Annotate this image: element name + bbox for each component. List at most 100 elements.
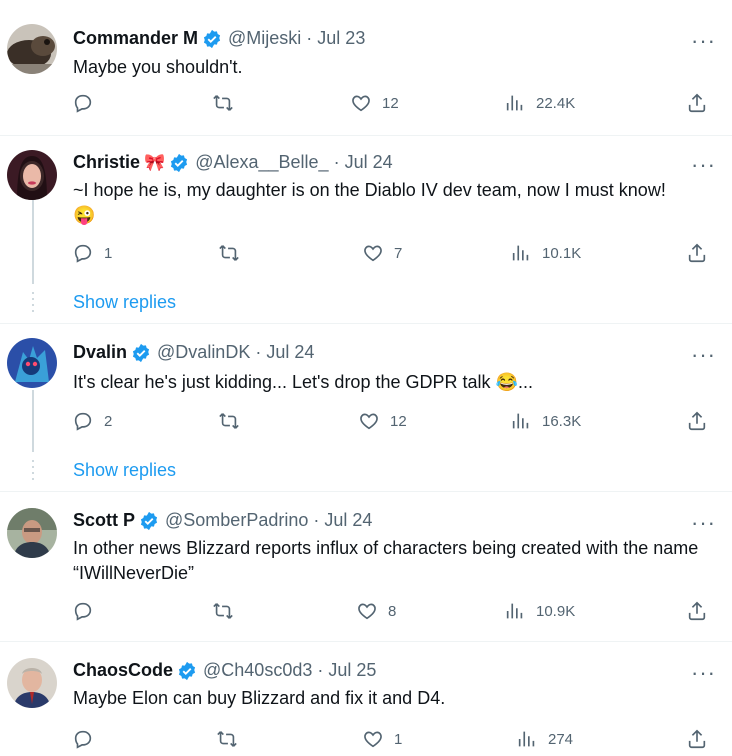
show-replies-link[interactable]: Show replies [73, 460, 176, 481]
author-handle[interactable]: @Mijeski [228, 28, 301, 49]
reply-icon [74, 730, 92, 749]
winking-tongue-emoji: 😜 [73, 205, 96, 225]
tweet-text-content: Maybe Elon can buy Blizzard and fix it a… [73, 688, 446, 708]
like-icon [352, 95, 370, 112]
author-name[interactable]: Scott P [73, 510, 135, 531]
more-icon[interactable]: ··· [691, 512, 716, 534]
share-icon [688, 411, 706, 431]
more-icon[interactable]: ··· [691, 30, 716, 52]
views-button[interactable]: 16.3K [510, 410, 581, 432]
avatar[interactable] [7, 150, 57, 200]
reply-button[interactable]: 1 [72, 242, 112, 264]
like-icon [364, 245, 382, 262]
reply-button[interactable] [72, 728, 104, 750]
tweet-scott-p[interactable]: Scott P @SomberPadrino · Jul 24 ··· In o… [0, 492, 732, 642]
like-button[interactable]: 12 [350, 92, 399, 114]
views-button[interactable]: 10.9K [504, 600, 575, 622]
tweet-dvalin[interactable]: Dvalin @DvalinDK · Jul 24 ··· It's clear… [0, 324, 732, 492]
like-button[interactable]: 12 [358, 410, 407, 432]
separator-dot: · [306, 28, 313, 48]
avatar[interactable] [7, 24, 57, 74]
retweet-button[interactable] [212, 92, 244, 114]
like-count: 1 [394, 730, 403, 748]
views-button[interactable]: 22.4K [504, 92, 575, 114]
tweet-header: ChaosCode @Ch40sc0d3 · Jul 25 [73, 660, 376, 681]
views-icon [506, 95, 523, 111]
reply-button[interactable]: 2 [72, 410, 112, 432]
action-bar: 1 7 10.1K [72, 242, 722, 266]
laughing-emoji: 😂 [495, 372, 518, 392]
tweet-date[interactable]: Jul 24 [345, 152, 393, 173]
share-button[interactable] [686, 410, 708, 432]
like-count: 12 [390, 412, 407, 430]
action-bar: 12 22.4K [72, 92, 722, 116]
reply-icon [74, 94, 92, 113]
reply-button[interactable] [72, 92, 104, 114]
action-bar: 2 12 16.3K [72, 410, 722, 434]
retweet-button[interactable] [218, 242, 250, 264]
thread-dots [32, 292, 34, 316]
like-icon [360, 413, 378, 430]
verified-badge-icon [178, 661, 196, 680]
like-count: 7 [394, 244, 403, 262]
verified-badge-icon [171, 153, 188, 172]
views-icon [512, 245, 529, 261]
views-icon [506, 603, 523, 619]
separator-dot: · [317, 660, 324, 680]
author-handle[interactable]: @Ch40sc0d3 [203, 660, 312, 681]
action-bar: 8 10.9K [72, 600, 722, 624]
replies-feed: Commander M @Mijeski · Jul 23 ··· Maybe … [0, 0, 732, 756]
author-handle[interactable]: @Alexa__Belle_ [195, 152, 328, 173]
tweet-text-content: Maybe you shouldn't. [73, 57, 243, 77]
share-icon [688, 243, 706, 263]
like-icon [364, 731, 382, 748]
share-button[interactable] [686, 728, 708, 750]
retweet-button[interactable] [216, 728, 248, 750]
reply-button[interactable] [72, 600, 104, 622]
views-button[interactable]: 274 [516, 728, 573, 750]
views-button[interactable]: 10.1K [510, 242, 581, 264]
author-name[interactable]: ChaosCode [73, 660, 173, 681]
more-icon[interactable]: ··· [691, 154, 716, 176]
share-icon [688, 729, 706, 749]
avatar[interactable] [7, 658, 57, 708]
verified-badge-icon [132, 343, 150, 362]
tweet-christie[interactable]: Christie 🎀 @Alexa__Belle_ · Jul 24 ··· ~… [0, 136, 732, 324]
like-button[interactable]: 8 [356, 600, 396, 622]
reply-icon [74, 412, 92, 431]
share-button[interactable] [686, 242, 708, 264]
author-name[interactable]: Dvalin [73, 342, 127, 363]
retweet-icon [213, 95, 233, 111]
avatar[interactable] [7, 508, 57, 558]
share-button[interactable] [686, 92, 708, 114]
like-icon [358, 603, 376, 620]
share-button[interactable] [686, 600, 708, 622]
tweet-date[interactable]: Jul 25 [328, 660, 376, 681]
author-handle[interactable]: @SomberPadrino [165, 510, 308, 531]
share-icon [688, 601, 706, 621]
more-icon[interactable]: ··· [691, 344, 716, 366]
reply-count: 1 [104, 244, 113, 262]
action-bar: 1 274 [72, 728, 722, 752]
tweet-chaoscode[interactable]: ChaosCode @Ch40sc0d3 · Jul 25 ··· Maybe … [0, 642, 732, 756]
like-button[interactable]: 1 [362, 728, 402, 750]
tweet-date[interactable]: Jul 23 [317, 28, 365, 49]
retweet-button[interactable] [212, 600, 244, 622]
reply-icon [74, 602, 92, 621]
author-name[interactable]: Christie [73, 152, 140, 173]
more-icon[interactable]: ··· [691, 662, 716, 684]
tweet-date[interactable]: Jul 24 [266, 342, 314, 363]
like-button[interactable]: 7 [362, 242, 402, 264]
ribbon-emoji: 🎀 [144, 152, 166, 172]
show-replies-link[interactable]: Show replies [73, 292, 176, 313]
retweet-button[interactable] [218, 410, 250, 432]
avatar[interactable] [7, 338, 57, 388]
tweet-commander-m[interactable]: Commander M @Mijeski · Jul 23 ··· Maybe … [0, 10, 732, 136]
author-handle[interactable]: @DvalinDK [157, 342, 250, 363]
views-count: 10.1K [542, 244, 582, 262]
tweet-date[interactable]: Jul 24 [324, 510, 372, 531]
tweet-header: Christie 🎀 @Alexa__Belle_ · Jul 24 [73, 152, 393, 173]
retweet-icon [219, 245, 239, 261]
share-icon [688, 93, 706, 113]
author-name[interactable]: Commander M [73, 28, 198, 49]
